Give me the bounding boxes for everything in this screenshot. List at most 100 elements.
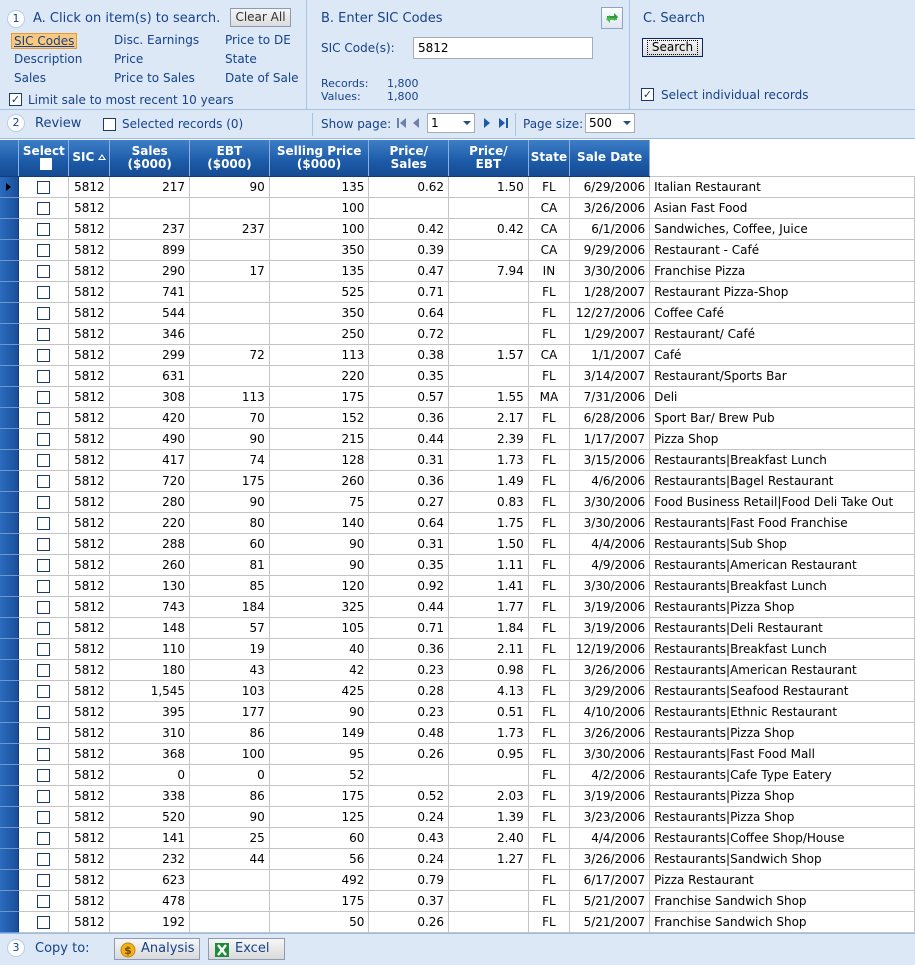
row-select-checkbox[interactable]	[37, 264, 51, 278]
table-row[interactable]: 5812 0 0 52 FL 4/2/2006 Restaurants|Cafe Type …	[0, 764, 915, 786]
table-row[interactable]: 5812 110 19 40 0.36 2.11 FL 12/19/2006 Restauran…	[0, 638, 915, 660]
column-header-price-sales[interactable]: Price/Sales	[368, 140, 450, 177]
row-select-checkbox[interactable]	[37, 180, 51, 194]
clear-all-button[interactable]: Clear All	[230, 8, 291, 27]
table-row[interactable]: 5812 368 100 95 0.26 0.95 FL 3/30/2006 Restauran…	[0, 743, 915, 765]
table-row[interactable]: 5812 490 90 215 0.44 2.39 FL 1/17/2007 Pizza Sho…	[0, 428, 915, 450]
row-header[interactable]	[0, 260, 20, 282]
table-row[interactable]: 5812 743 184 325 0.44 1.77 FL 3/19/2006 Restaura…	[0, 596, 915, 618]
row-header[interactable]	[0, 764, 20, 786]
row-header[interactable]	[0, 281, 20, 303]
row-select-checkbox[interactable]	[37, 768, 51, 782]
row-select-checkbox[interactable]	[37, 621, 51, 635]
select-individual-checkbox[interactable]: ✓	[641, 88, 654, 101]
row-select-checkbox[interactable]	[37, 369, 51, 383]
last-page-icon[interactable]	[497, 117, 509, 129]
selected-records-checkbox[interactable]	[103, 118, 116, 131]
row-select-checkbox[interactable]	[37, 306, 51, 320]
row-header[interactable]	[0, 470, 20, 492]
page-number-input[interactable]: 1	[427, 113, 475, 133]
table-row[interactable]: 5812 180 43 42 0.23 0.98 FL 3/26/2006 Restaurant…	[0, 659, 915, 681]
row-header[interactable]	[0, 890, 20, 912]
row-select-checkbox[interactable]	[37, 453, 51, 467]
row-select-checkbox[interactable]	[37, 894, 51, 908]
row-select-checkbox[interactable]	[37, 243, 51, 257]
row-select-checkbox[interactable]	[37, 915, 51, 929]
table-row[interactable]: 5812 237 237 100 0.42 0.42 CA 6/1/2006 Sandwiche…	[0, 218, 915, 240]
table-row[interactable]: 5812 310 86 149 0.48 1.73 FL 3/26/2006 Restauran…	[0, 722, 915, 744]
row-header[interactable]	[0, 701, 20, 723]
table-row[interactable]: 5812 260 81 90 0.35 1.11 FL 4/9/2006 Restaurants…	[0, 554, 915, 576]
row-select-checkbox[interactable]	[37, 537, 51, 551]
row-select-checkbox[interactable]	[37, 222, 51, 236]
select-all-checkbox[interactable]	[39, 158, 52, 171]
row-select-checkbox[interactable]	[37, 726, 51, 740]
row-header[interactable]	[0, 743, 20, 765]
row-header[interactable]	[0, 365, 20, 387]
row-header[interactable]	[0, 575, 20, 597]
prev-page-icon[interactable]	[411, 117, 421, 129]
row-header[interactable]	[0, 554, 20, 576]
table-row[interactable]: 5812 338 86 175 0.52 2.03 FL 3/19/2006 Restauran…	[0, 785, 915, 807]
row-select-checkbox[interactable]	[37, 411, 51, 425]
column-header-state[interactable]: State	[528, 140, 571, 177]
search-item-disc-earnings[interactable]: Disc. Earnings	[114, 33, 199, 47]
row-header[interactable]	[0, 428, 20, 450]
row-select-checkbox[interactable]	[37, 285, 51, 299]
row-select-checkbox[interactable]	[37, 873, 51, 887]
page-size-select[interactable]: 500	[585, 113, 635, 133]
row-select-checkbox[interactable]	[37, 432, 51, 446]
row-select-checkbox[interactable]	[37, 327, 51, 341]
row-header[interactable]	[0, 407, 20, 429]
search-button[interactable]: Search	[642, 38, 703, 57]
row-select-checkbox[interactable]	[37, 600, 51, 614]
table-row[interactable]: 5812 141 25 60 0.43 2.40 FL 4/4/2006 Restaurants…	[0, 827, 915, 849]
row-select-checkbox[interactable]	[37, 474, 51, 488]
table-row[interactable]: 5812 280 90 75 0.27 0.83 FL 3/30/2006 Food Busin…	[0, 491, 915, 513]
sic-code-input[interactable]: 5812	[413, 37, 593, 59]
row-select-checkbox[interactable]	[37, 789, 51, 803]
table-row[interactable]: 5812 217 90 135 0.62 1.50 FL 6/29/2006 Italian R…	[0, 176, 915, 198]
search-item-sales[interactable]: Sales	[14, 71, 46, 85]
row-select-checkbox[interactable]	[37, 201, 51, 215]
row-select-checkbox[interactable]	[37, 663, 51, 677]
row-header[interactable]	[0, 386, 20, 408]
row-header[interactable]	[0, 176, 20, 198]
table-row[interactable]: 5812 220 80 140 0.64 1.75 FL 3/30/2006 Restauran…	[0, 512, 915, 534]
column-header-select[interactable]: Select	[18, 140, 70, 177]
row-header[interactable]	[0, 323, 20, 345]
table-row[interactable]: 5812 544 350 0.64 FL 12/27/2006 Coffee Café	[0, 302, 915, 324]
table-row[interactable]: 5812 623 492 0.79 FL 6/17/2007 Pizza Restauran…	[0, 869, 915, 891]
next-page-icon[interactable]	[482, 117, 492, 129]
row-header[interactable]	[0, 344, 20, 366]
row-header[interactable]	[0, 617, 20, 639]
table-row[interactable]: 5812 417 74 128 0.31 1.73 FL 3/15/2006 Restauran…	[0, 449, 915, 471]
row-select-checkbox[interactable]	[37, 852, 51, 866]
row-select-checkbox[interactable]	[37, 642, 51, 656]
analysis-button[interactable]: $ Analysis	[114, 938, 200, 960]
table-row[interactable]: 5812 232 44 56 0.24 1.27 FL 3/26/2006 Restaurant…	[0, 848, 915, 870]
column-header-selling-price[interactable]: Selling Price ($000)	[269, 140, 370, 177]
row-header[interactable]	[0, 239, 20, 261]
table-row[interactable]: 5812 100 CA 3/26/2006 Asian Fast Food	[0, 197, 915, 219]
table-row[interactable]: 5812 1,545 103 425 0.28 4.13 FL 3/29/2006 Restau…	[0, 680, 915, 702]
row-header[interactable]	[0, 638, 20, 660]
row-header[interactable]	[0, 596, 20, 618]
search-item-description[interactable]: Description	[14, 52, 82, 66]
table-row[interactable]: 5812 631 220 0.35 FL 3/14/2007 Restaurant/Spor…	[0, 365, 915, 387]
table-row[interactable]: 5812 520 90 125 0.24 1.39 FL 3/23/2006 Restauran…	[0, 806, 915, 828]
row-select-checkbox[interactable]	[37, 831, 51, 845]
row-select-checkbox[interactable]	[37, 747, 51, 761]
column-header-ebt[interactable]: EBT ($000)	[189, 140, 270, 177]
table-row[interactable]: 5812 478 175 0.37 FL 5/21/2007 Franchise Sandw…	[0, 890, 915, 912]
table-row[interactable]: 5812 346 250 0.72 FL 1/29/2007 Restaurant/ Caf…	[0, 323, 915, 345]
search-item-state[interactable]: State	[225, 52, 257, 66]
row-select-checkbox[interactable]	[37, 516, 51, 530]
limit-sale-checkbox[interactable]: ✓	[9, 93, 22, 106]
row-select-checkbox[interactable]	[37, 558, 51, 572]
search-item-price-to-sales[interactable]: Price to Sales	[114, 71, 195, 85]
table-row[interactable]: 5812 308 113 175 0.57 1.55 MA 7/31/2006 Deli	[0, 386, 915, 408]
row-header[interactable]	[0, 848, 20, 870]
row-select-checkbox[interactable]	[37, 579, 51, 593]
row-header[interactable]	[0, 869, 20, 891]
